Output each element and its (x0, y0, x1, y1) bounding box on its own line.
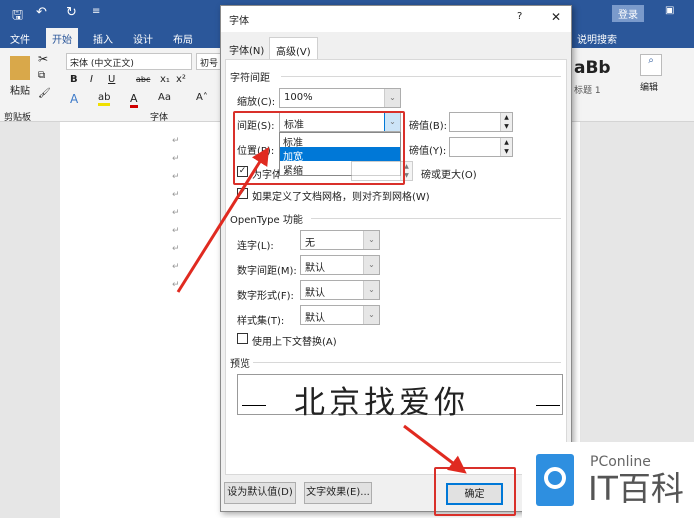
arrow-to-ok (403, 424, 467, 474)
watermark-brand: PConline (590, 454, 651, 470)
pconline-logo-icon (536, 454, 574, 506)
annotation-arrows (176, 146, 467, 474)
arrow-to-spacing (176, 146, 270, 293)
watermark: PConline IT百科 (522, 442, 694, 518)
watermark-name: IT百科 (588, 469, 684, 508)
